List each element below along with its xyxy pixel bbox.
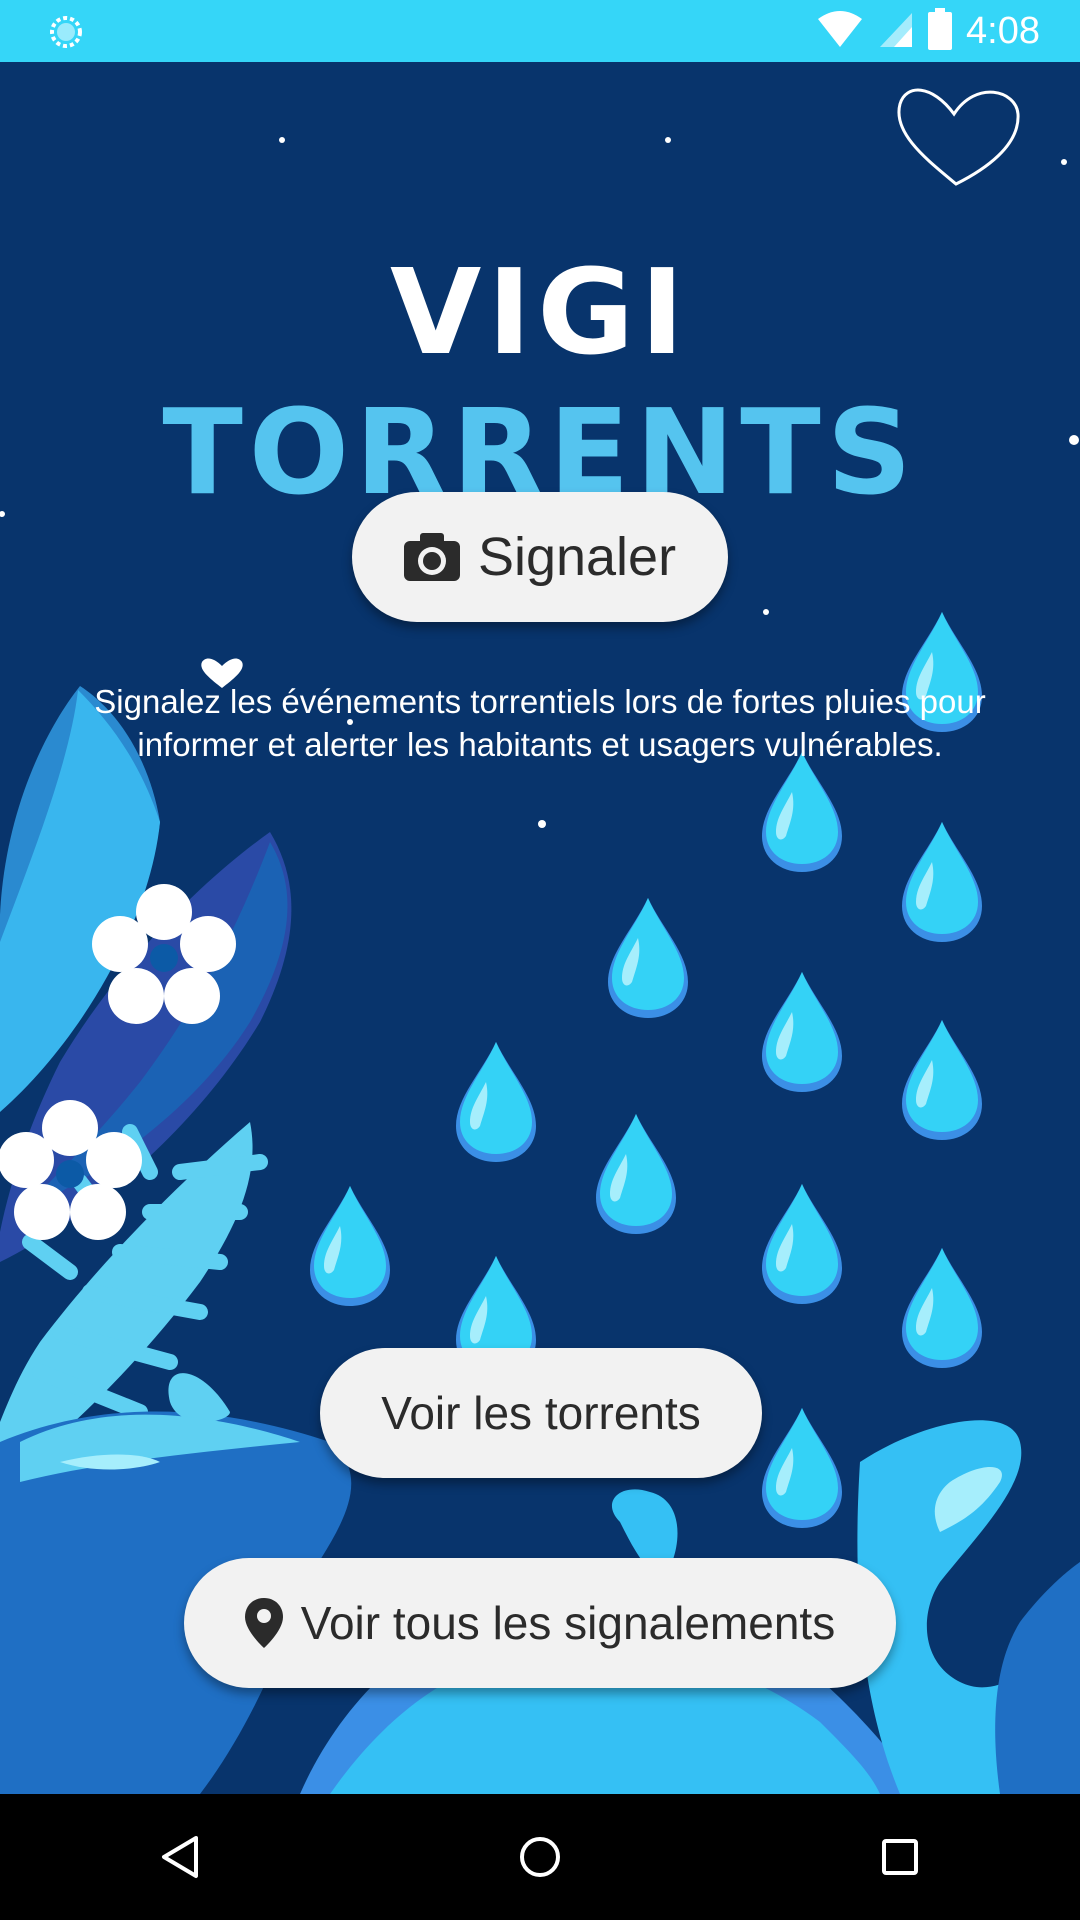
app-description: Signalez les événements torrentiels lors… — [94, 683, 986, 763]
app-title: VIGI TORRENTS — [0, 242, 1080, 522]
wifi-icon — [816, 9, 864, 54]
voir-signalements-label: Voir tous les signalements — [300, 1597, 836, 1649]
cell-signal-icon — [878, 9, 914, 54]
app-title-vigi: VIGI — [390, 243, 690, 381]
battery-icon — [928, 7, 953, 55]
home-icon[interactable] — [480, 1807, 600, 1907]
navigation-bar — [0, 1794, 1080, 1920]
status-bar: 4:08 — [0, 0, 1080, 62]
voir-torrents-button[interactable]: Voir les torrents — [320, 1348, 762, 1478]
sync-icon — [48, 14, 84, 50]
voir-torrents-label: Voir les torrents — [381, 1387, 701, 1439]
clock-time: 4:08 — [966, 9, 1040, 52]
map-marker-icon — [244, 1598, 283, 1648]
camera-icon — [403, 533, 460, 581]
signaler-label: Signaler — [477, 527, 677, 587]
voir-signalements-button[interactable]: Voir tous les signalements — [184, 1558, 896, 1688]
recents-icon[interactable] — [840, 1807, 960, 1907]
back-icon[interactable] — [120, 1807, 240, 1907]
home-screen: VIGI TORRENTS Signaler Signalez les évén… — [0, 62, 1080, 1794]
signaler-button[interactable]: Signaler — [352, 492, 728, 622]
